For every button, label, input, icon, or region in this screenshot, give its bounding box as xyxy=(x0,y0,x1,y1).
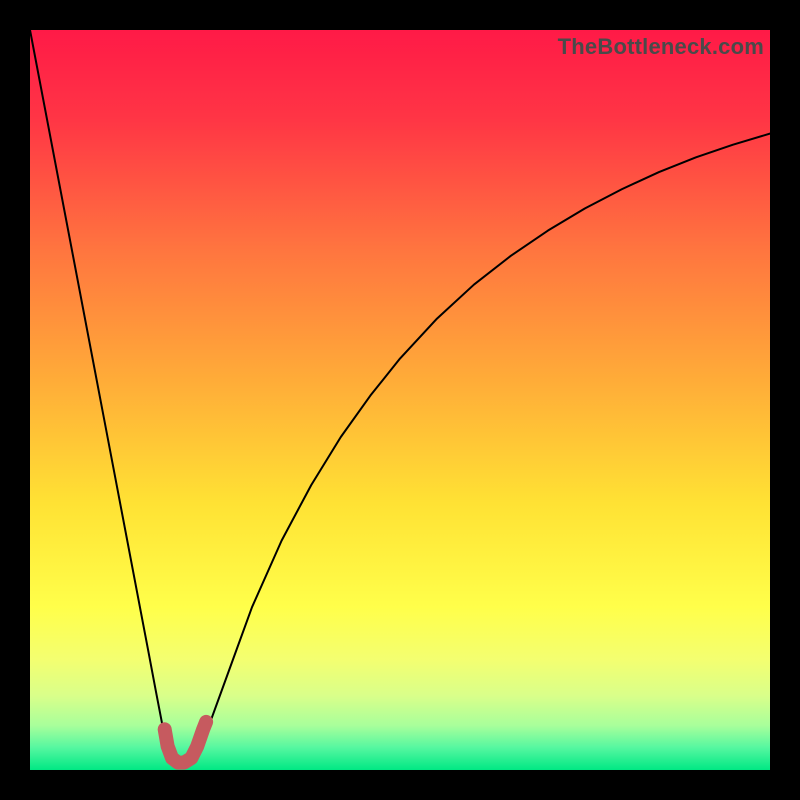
bottleneck-curve xyxy=(30,30,770,770)
bottleneck-curve xyxy=(30,30,770,763)
watermark-text: TheBottleneck.com xyxy=(558,34,764,60)
chart-frame: TheBottleneck.com xyxy=(0,0,800,800)
optimal-marker xyxy=(165,722,206,763)
plot-area: TheBottleneck.com xyxy=(30,30,770,770)
